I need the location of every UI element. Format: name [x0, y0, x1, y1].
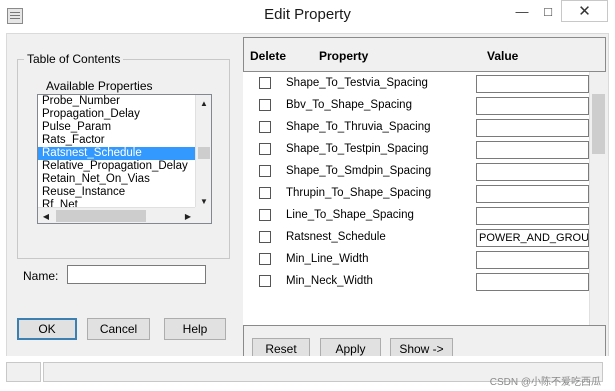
cancel-button[interactable]: Cancel	[87, 318, 150, 340]
title-bar: Edit Property — □ ✕	[0, 0, 615, 33]
list-scroll-thumb[interactable]	[198, 147, 210, 159]
property-value-input[interactable]	[476, 97, 589, 115]
status-pane-left	[6, 362, 41, 382]
scroll-left-arrow-icon[interactable]: ◀	[38, 208, 54, 224]
list-horizontal-scrollbar[interactable]: ◀ ▶	[38, 207, 196, 223]
list-item[interactable]: Ratsnest_Schedule	[38, 147, 196, 160]
property-value-input[interactable]	[476, 141, 589, 159]
list-item[interactable]: Propagation_Delay	[38, 108, 196, 121]
list-item[interactable]: Pulse_Param	[38, 121, 196, 134]
watermark-text: CSDN @小陈不爱吃西瓜	[489, 377, 601, 388]
maximize-button[interactable]: □	[535, 0, 561, 22]
list-item[interactable]: Probe_Number	[38, 95, 196, 108]
delete-checkbox[interactable]	[259, 253, 271, 265]
dialog-client-area: Table of Contents Available Properties P…	[6, 33, 609, 385]
property-name: Min_Line_Width	[286, 253, 369, 265]
grid-vertical-scrollbar[interactable]	[589, 72, 606, 325]
delete-checkbox[interactable]	[259, 99, 271, 111]
scroll-up-arrow-icon[interactable]: ▲	[196, 95, 212, 111]
property-value-input[interactable]: POWER_AND_GROUND	[476, 229, 589, 247]
ok-button[interactable]: OK	[17, 318, 77, 340]
property-value-input[interactable]	[476, 75, 589, 93]
delete-checkbox[interactable]	[259, 143, 271, 155]
available-properties-list[interactable]: Probe_Number Propagation_Delay Pulse_Param…	[37, 94, 212, 224]
property-name: Shape_To_Testvia_Spacing	[286, 77, 428, 89]
property-value-input[interactable]	[476, 207, 589, 225]
property-value-input[interactable]	[476, 251, 589, 269]
property-row: Bbv_To_Shape_Spacing	[243, 95, 589, 117]
property-row: Ratsnest_Schedule POWER_AND_GROUND	[243, 227, 589, 249]
property-row: Shape_To_Smdpin_Spacing	[243, 161, 589, 183]
property-row: Line_To_Shape_Spacing	[243, 205, 589, 227]
property-value-input[interactable]	[476, 185, 589, 203]
property-name: Bbv_To_Shape_Spacing	[286, 99, 412, 111]
name-input[interactable]	[67, 265, 206, 284]
property-grid: Shape_To_Testvia_Spacing Bbv_To_Shape_Spa…	[243, 71, 606, 326]
property-row: Shape_To_Thruvia_Spacing	[243, 117, 589, 139]
delete-checkbox[interactable]	[259, 77, 271, 89]
grid-scroll-thumb[interactable]	[592, 94, 605, 154]
list-item[interactable]: Retain_Net_On_Vias	[38, 173, 196, 186]
list-item[interactable]: Relative_Propagation_Delay	[38, 160, 196, 173]
property-name: Shape_To_Smdpin_Spacing	[286, 165, 432, 177]
property-row: Shape_To_Testvia_Spacing	[243, 73, 589, 95]
property-row: Min_Neck_Width	[243, 271, 589, 293]
delete-checkbox[interactable]	[259, 209, 271, 221]
delete-checkbox[interactable]	[259, 187, 271, 199]
minimize-button[interactable]: —	[509, 0, 535, 22]
scroll-corner	[195, 207, 211, 223]
delete-checkbox[interactable]	[259, 275, 271, 287]
property-name: Ratsnest_Schedule	[286, 231, 386, 243]
delete-checkbox[interactable]	[259, 121, 271, 133]
name-label: Name:	[23, 269, 59, 283]
app-icon[interactable]	[7, 8, 23, 24]
property-name: Min_Neck_Width	[286, 275, 373, 287]
property-name: Thrupin_To_Shape_Spacing	[286, 187, 432, 199]
delete-checkbox[interactable]	[259, 165, 271, 177]
property-name: Line_To_Shape_Spacing	[286, 209, 414, 221]
help-button[interactable]: Help	[164, 318, 226, 340]
property-name: Shape_To_Testpin_Spacing	[286, 143, 429, 155]
property-column-header: Property	[319, 49, 369, 63]
property-name: Shape_To_Thruvia_Spacing	[286, 121, 431, 133]
property-row: Thrupin_To_Shape_Spacing	[243, 183, 589, 205]
list-item[interactable]: Reuse_Instance	[38, 186, 196, 199]
property-row: Min_Line_Width	[243, 249, 589, 271]
list-items-container: Probe_Number Propagation_Delay Pulse_Param…	[38, 95, 196, 209]
toc-legend: Table of Contents	[24, 52, 124, 66]
close-button[interactable]: ✕	[561, 0, 608, 22]
delete-checkbox[interactable]	[259, 231, 271, 243]
property-value-input[interactable]	[476, 273, 589, 291]
list-hscroll-thumb[interactable]	[56, 210, 146, 222]
property-row: Shape_To_Testpin_Spacing	[243, 139, 589, 161]
property-value-input[interactable]	[476, 163, 589, 181]
delete-column-header: Delete	[250, 49, 287, 63]
value-column-header: Value	[487, 49, 519, 63]
scroll-right-arrow-icon[interactable]: ▶	[180, 208, 196, 224]
list-vertical-scrollbar[interactable]: ▲ ▼	[195, 95, 211, 209]
table-of-contents-group: Table of Contents Available Properties P…	[17, 52, 230, 259]
property-value-input[interactable]	[476, 119, 589, 137]
list-item[interactable]: Rats_Factor	[38, 134, 196, 147]
available-properties-label: Available Properties	[46, 79, 153, 93]
